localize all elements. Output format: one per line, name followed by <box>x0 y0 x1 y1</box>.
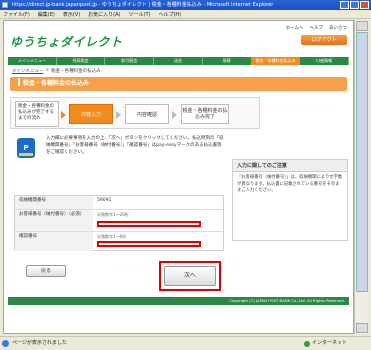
breadcrumb: メインメニュー > 税金・各種料金の払込み <box>12 68 101 74</box>
header-links: ホームへ ヘルプ あいさつ <box>286 25 347 31</box>
customer-number-label: お客様番号（納付番号）（必須） <box>15 210 93 231</box>
home-link[interactable]: ホームへ <box>286 25 304 31</box>
menu-favorites[interactable]: お気に入り(A) <box>88 11 120 18</box>
security-zone: インターネット <box>303 337 347 350</box>
greeting-link[interactable]: あいさつ <box>329 25 347 31</box>
status-text: ページが表示されました <box>12 340 67 346</box>
confirmation-number-hint: 半角数字1～6桁 <box>97 234 127 239</box>
window-title: https://direct.jp-bank.japanpost.jp - ゆう… <box>12 2 274 8</box>
breadcrumb-current: 税金・各種料金の払込み <box>51 69 101 74</box>
window-titlebar: https://direct.jp-bank.japanpost.jp - ゆう… <box>0 0 371 10</box>
maximize-icon[interactable] <box>350 1 359 9</box>
page-title: 税金・各種料金の払込み <box>10 77 347 91</box>
step-complete: 税金・各種料金の払込み完了 <box>181 104 229 124</box>
help-link[interactable]: ヘルプ <box>310 25 324 31</box>
nav-transfer[interactable]: 振替 <box>203 57 252 65</box>
menu-bar: ファイル(F) 編集(E) 表示(V) お気に入り(A) ツール(T) ヘルプ(… <box>0 10 371 19</box>
intro-text: 入力欄に必要事項を入力の上、「次へ」ボタンをクリックしてください。払込時刻の「収… <box>46 136 224 155</box>
institution-number-value: 59091 <box>97 198 112 203</box>
next-button[interactable]: 次へ <box>164 266 216 286</box>
customer-number-input[interactable] <box>97 221 201 227</box>
breadcrumb-home[interactable]: メインメニュー <box>12 68 43 74</box>
menu-file[interactable]: ファイル(F) <box>3 11 30 18</box>
step-arrow-icon <box>61 111 66 119</box>
nav-account-info[interactable]: 口座情報 <box>300 57 350 65</box>
zone-label: インターネット <box>311 340 347 346</box>
step-arrow-icon <box>116 111 121 119</box>
site-footer: Copyright (C) JAPAN POST BANK Co.,Ltd. A… <box>8 297 349 305</box>
nav-tax-payment[interactable]: 税金・各種料金払込み <box>251 57 301 65</box>
form-row-confirmation: 確認番号 半角数字1～6桁 <box>15 232 223 251</box>
site-logo[interactable]: ゆうちょダイレクト <box>10 33 123 50</box>
site-header: ゆうちょダイレクト ホームへ ヘルプ あいさつ ログアウト <box>4 21 353 57</box>
status-bar: ページが表示されました インターネット <box>0 336 371 350</box>
scroll-thumb[interactable] <box>356 32 368 292</box>
menu-edit[interactable]: 編集(E) <box>38 11 55 18</box>
customer-number-hint: 半角数字1～20桁 <box>97 212 129 217</box>
form-row-institution: 収納機関番号 59091 <box>15 196 223 210</box>
scroll-down-icon[interactable] <box>356 323 368 333</box>
ie-icon <box>2 2 8 8</box>
nav-history[interactable]: 取引照会 <box>105 57 155 65</box>
global-nav: メインメニュー 残高照会 取引照会 送金 振替 税金・各種料金払込み 口座情報 <box>8 57 350 65</box>
minimize-icon[interactable] <box>340 1 349 9</box>
menu-tools[interactable]: ツール(T) <box>129 11 151 18</box>
vertical-scrollbar[interactable] <box>354 20 368 334</box>
nav-main-menu[interactable]: メインメニュー <box>8 57 57 65</box>
confirmation-number-input[interactable] <box>97 241 201 247</box>
pay-easy-icon: P <box>17 138 35 158</box>
caution-box: 入力に関してのご注意 「お客様番号（納付番号）」は、収納機関により文字数が異なり… <box>232 159 348 241</box>
internet-zone-icon <box>303 340 310 347</box>
steps-intro: 税金・各種料金の払込みが完了するまでの流れ <box>15 101 59 127</box>
step-confirm: 内容確認 <box>125 104 169 124</box>
confirmation-number-label: 確認番号 <box>15 232 93 251</box>
institution-number-label: 収納機関番号 <box>15 196 93 209</box>
step-input: 内容入力 <box>69 104 113 124</box>
progress-steps: 税金・各種料金の払込みが完了するまでの流れ 内容入力 内容確認 税金・各種料金の… <box>10 97 260 129</box>
close-icon[interactable] <box>360 1 369 9</box>
page-title-text: 税金・各種料金の払込み <box>23 80 90 87</box>
page-done-icon <box>2 340 9 347</box>
next-button-highlight: 次へ <box>159 261 221 291</box>
caution-body: 「お客様番号（納付番号）」は、収納機関により文字数が異なります。払込書に記載され… <box>237 175 343 193</box>
menu-help[interactable]: ヘルプ(H) <box>158 11 181 18</box>
nav-balance[interactable]: 残高照会 <box>57 57 106 65</box>
breadcrumb-separator: > <box>45 68 50 73</box>
caution-title: 入力に関してのご注意 <box>233 160 347 172</box>
svg-text:P: P <box>23 144 28 152</box>
payment-form: 収納機関番号 59091 お客様番号（納付番号）（必須） 半角数字1～20桁 確… <box>14 195 224 251</box>
window-controls <box>340 1 369 9</box>
form-row-customer: お客様番号（納付番号）（必須） 半角数字1～20桁 <box>15 210 223 232</box>
step-arrow-icon <box>172 111 177 119</box>
page-content: ゆうちょダイレクト ホームへ ヘルプ あいさつ ログアウト メインメニュー 残高… <box>3 20 354 334</box>
logout-button[interactable]: ログアウト <box>301 35 347 45</box>
title-bar-decoration <box>18 78 20 86</box>
menu-view[interactable]: 表示(V) <box>63 11 80 18</box>
nav-remittance[interactable]: 送金 <box>154 57 203 65</box>
scroll-up-icon[interactable] <box>356 21 368 31</box>
back-button[interactable]: 戻る <box>26 265 66 277</box>
